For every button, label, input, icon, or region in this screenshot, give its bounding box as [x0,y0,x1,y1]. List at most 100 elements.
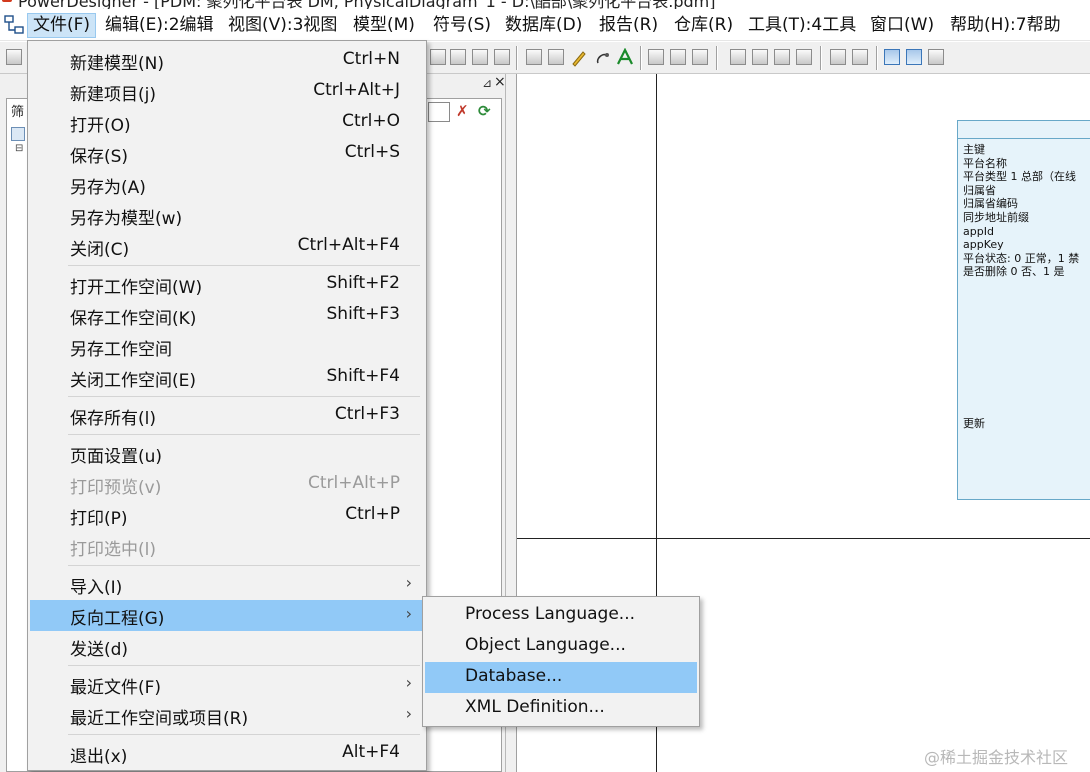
menu-item-label: 退出(x) [70,747,128,767]
menu-report[interactable]: 报告(R) [594,13,663,38]
toolbar-button-icon[interactable] [774,49,790,65]
page-boundary-horizontal [517,538,1090,539]
toolbar-button-icon[interactable] [494,49,510,65]
menu-edit[interactable]: 编辑(E):2编辑 [100,13,219,38]
toolbar-separator [640,46,642,70]
toolbar-button-icon[interactable] [830,49,846,65]
menu-item-reverse-engineer[interactable]: 反向工程(G) › [30,600,424,631]
toolbar-button-icon[interactable] [548,49,564,65]
table-entity[interactable]: 主键 平台名称 平台类型 1 总部（在线 归属省 归属省编码 同步地址前缀 ap… [957,120,1090,500]
entity-column: 归属省 [963,183,996,197]
menu-item-save-as[interactable]: 另存为(A) [30,169,424,200]
toolbar-button-icon[interactable] [928,49,944,65]
toolbar-button-icon[interactable] [796,49,812,65]
menu-view[interactable]: 视图(V):3视图 [223,13,342,38]
entity-column: 更新 [963,417,985,430]
menu-separator [68,665,420,666]
menu-item-label: 新建模型(N) [70,54,164,74]
menu-symbol[interactable]: 符号(S) [428,13,496,38]
toolbar-toggle-icon[interactable] [906,49,922,65]
pencil-icon[interactable] [570,49,588,67]
menu-file[interactable]: 文件(F) [27,13,97,38]
menu-database[interactable]: 数据库(D) [500,13,587,38]
menu-tools[interactable]: 工具(T):4工具 [743,13,861,38]
toolbar-separator [820,46,822,70]
menu-item-print-selection: 打印选中(l) [30,531,424,562]
menu-item-label: XML Definition... [465,697,605,717]
menu-item-open[interactable]: 打开(O) Ctrl+O [30,107,424,138]
menu-item-shortcut: Shift+F2 [326,273,400,293]
menu-separator [68,434,420,435]
menu-separator [68,396,420,397]
entity-column: 归属省编码 [963,197,1018,211]
menu-item-label: Process Language... [465,604,635,624]
toolbar-button-icon[interactable] [752,49,768,65]
toolbar-button-icon[interactable] [852,49,868,65]
menu-item-close-workspace[interactable]: 关闭工作空间(E) Shift+F4 [30,362,424,393]
menu-separator [68,265,420,266]
menu-item-label: 另存工作空间 [70,340,172,360]
menu-item-page-setup[interactable]: 页面设置(u) [30,438,424,469]
undo-arrow-icon[interactable] [670,49,686,65]
submenu-item-process-language[interactable]: Process Language... [425,600,697,631]
model-node-icon[interactable] [11,127,25,141]
toolbar-toggle-icon[interactable] [884,49,900,65]
redo-arrow-icon[interactable] [692,49,708,65]
menu-item-open-workspace[interactable]: 打开工作空间(W) Shift+F2 [30,269,424,300]
menu-item-label: 打印(P) [70,509,128,529]
refresh-icon[interactable]: ⟳ [478,102,491,120]
chevron-right-icon: › [405,673,412,692]
collapse-icon[interactable]: ⊟ [15,143,23,154]
toolbar-button-icon[interactable] [472,49,488,65]
menu-item-print[interactable]: 打印(P) Ctrl+P [30,500,424,531]
toolbar-button-icon[interactable] [430,49,446,65]
link-icon[interactable] [594,49,612,67]
menu-item-close[interactable]: 关闭(C) Ctrl+Alt+F4 [30,231,424,262]
filter-input[interactable] [428,102,450,122]
menu-item-label: 保存(S) [70,147,129,167]
model-document-icon[interactable] [4,15,24,35]
menu-item-save-all[interactable]: 保存所有(l) Ctrl+F3 [30,400,424,431]
menu-item-label: 页面设置(u) [70,447,163,467]
toolbar-button-icon[interactable] [526,49,542,65]
toolbar-button-icon[interactable] [730,49,746,65]
menu-window[interactable]: 窗口(W) [865,13,939,38]
window-title-bar: PowerDesigner - [PDM: 聚列化平台表 DM, Physica… [0,0,1090,11]
submenu-item-xml-definition[interactable]: XML Definition... [425,693,697,724]
menu-item-save-as-model[interactable]: 另存为模型(w) [30,200,424,231]
menu-item-shortcut: Ctrl+O [342,111,400,131]
file-menu: 新建模型(N) Ctrl+N 新建项目(j) Ctrl+Alt+J 打开(O) … [27,40,427,771]
submenu-item-object-language[interactable]: Object Language... [425,631,697,662]
clear-filter-icon[interactable]: ✗ [456,102,469,120]
menu-item-recent-files[interactable]: 最近文件(F) › [30,669,424,700]
menu-help[interactable]: 帮助(H):7帮助 [945,13,1066,38]
toolbar-button-icon[interactable] [450,49,466,65]
menu-repository[interactable]: 仓库(R) [669,13,738,38]
menu-item-new-project[interactable]: 新建项目(j) Ctrl+Alt+J [30,76,424,107]
filter-label: 筛 [11,105,25,120]
entity-column: appKey [963,238,1004,252]
menu-item-label: 保存工作空间(K) [70,309,197,329]
toolbar-button-icon[interactable] [648,49,664,65]
menu-item-recent-workspaces[interactable]: 最近工作空间或项目(R) › [30,700,424,731]
menu-item-save-workspace-as[interactable]: 另存工作空间 [30,331,424,362]
new-icon[interactable] [6,49,22,65]
menu-item-save-workspace[interactable]: 保存工作空间(K) Shift+F3 [30,300,424,331]
pin-icon[interactable]: ⊿ [482,76,492,90]
menu-item-save[interactable]: 保存(S) Ctrl+S [30,138,424,169]
menu-item-label: 导入(I) [70,578,123,598]
menu-separator [68,734,420,735]
menu-item-shortcut: Ctrl+P [345,504,400,524]
menu-item-import[interactable]: 导入(I) › [30,569,424,600]
menu-item-send[interactable]: 发送(d) [30,631,424,662]
menu-item-exit[interactable]: 退出(x) Alt+F4 [30,738,424,769]
menu-model[interactable]: 模型(M) [348,13,420,38]
menu-bar: 文件(F) 编辑(E):2编辑 视图(V):3视图 模型(M) 符号(S) 数据… [0,9,1090,41]
text-tool-icon[interactable] [616,48,634,66]
close-icon[interactable]: × [494,74,506,90]
toolbar-separator [716,46,718,70]
toolbar-separator [516,46,518,70]
submenu-item-database[interactable]: Database... [425,662,697,693]
menu-item-label: 最近工作空间或项目(R) [70,709,249,729]
menu-item-new-model[interactable]: 新建模型(N) Ctrl+N [30,45,424,76]
